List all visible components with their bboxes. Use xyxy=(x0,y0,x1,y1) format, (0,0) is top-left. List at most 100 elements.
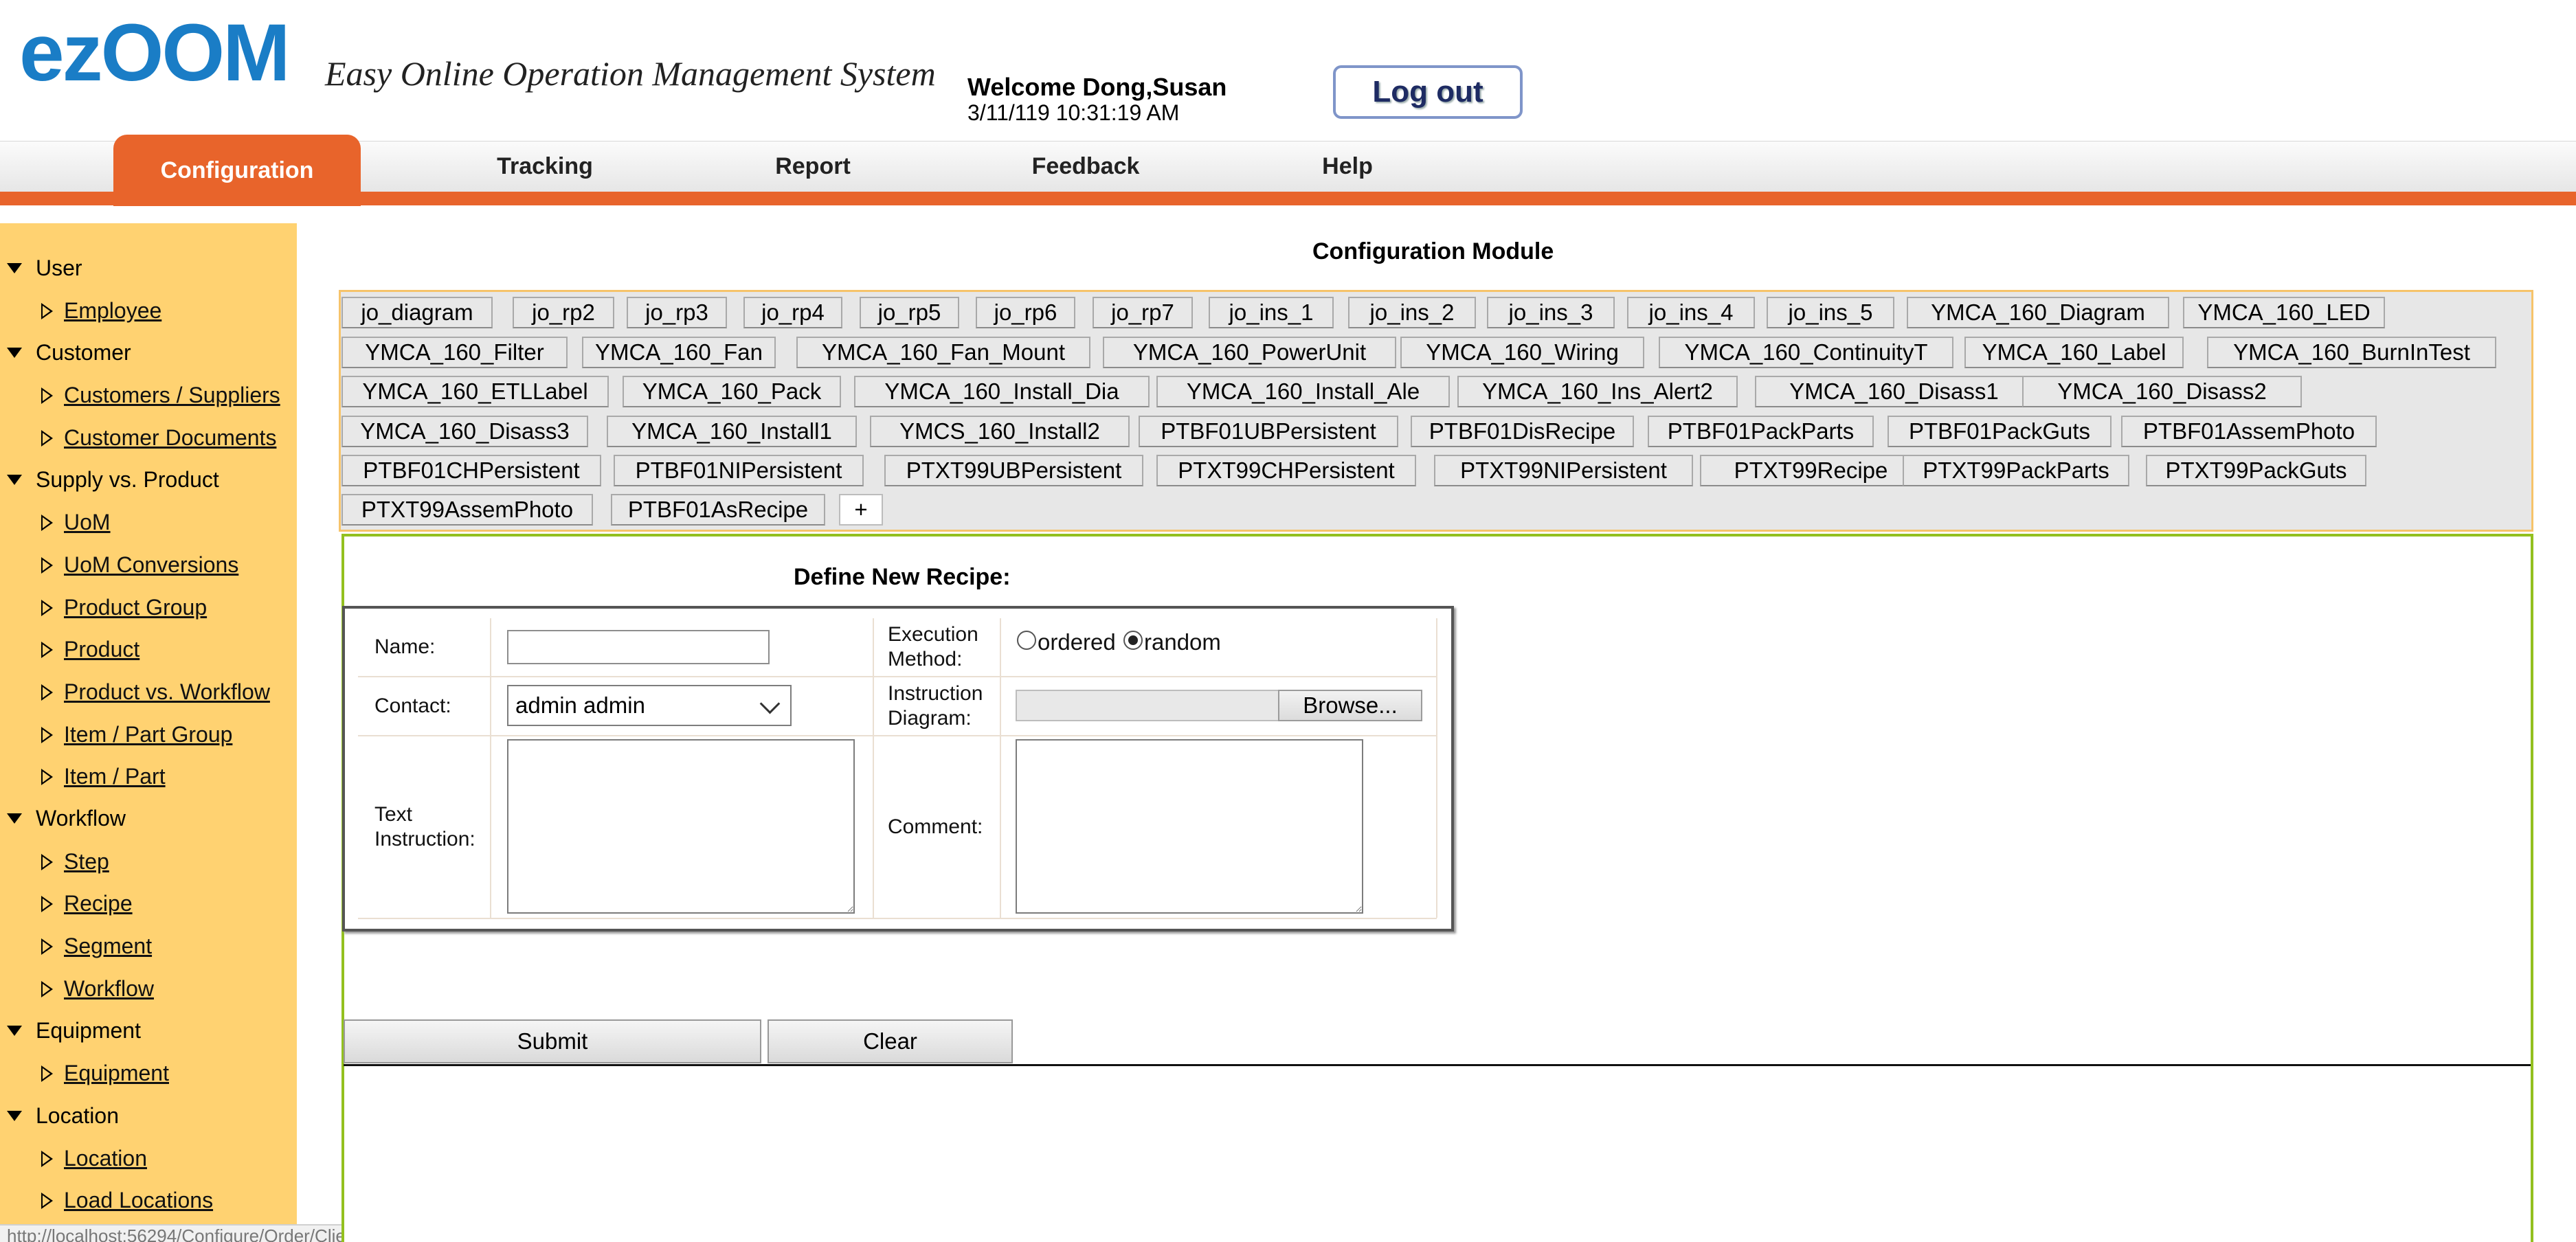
sidebar-category-customer[interactable]: Customer xyxy=(7,340,131,365)
sidebar-item-segment[interactable]: Segment xyxy=(41,934,152,959)
recipe-tab[interactable]: jo_rp2 xyxy=(513,297,614,328)
submit-button[interactable]: Submit xyxy=(344,1019,761,1063)
comment-textarea[interactable] xyxy=(1016,739,1363,914)
name-input[interactable] xyxy=(507,630,770,664)
contact-select[interactable]: admin admin xyxy=(507,685,792,726)
recipe-tab[interactable]: YMCA_160_Install_Dia xyxy=(854,376,1150,407)
recipe-tab[interactable]: YMCA_160_Install1 xyxy=(607,416,857,447)
recipe-tab[interactable]: PTBF01NIPersistent xyxy=(614,455,864,486)
sidebar-item-label[interactable]: Load Locations xyxy=(64,1188,213,1213)
sidebar-item-location[interactable]: Location xyxy=(41,1146,147,1171)
sidebar-item-item-part-group[interactable]: Item / Part Group xyxy=(41,722,232,747)
sidebar-item-recipe[interactable]: Recipe xyxy=(41,891,133,916)
tab-configuration[interactable]: Configuration xyxy=(113,135,361,206)
sidebar-item-label[interactable]: Equipment xyxy=(64,1061,169,1086)
sidebar-item-customers-suppliers[interactable]: Customers / Suppliers xyxy=(41,383,280,408)
recipe-tab[interactable]: jo_rp5 xyxy=(860,297,959,328)
sidebar-category-supply-vs-product[interactable]: Supply vs. Product xyxy=(7,467,219,493)
sidebar-item-label[interactable]: Step xyxy=(64,849,109,874)
recipe-tab[interactable]: PTXT99AssemPhoto xyxy=(341,494,593,526)
sidebar-category-workflow[interactable]: Workflow xyxy=(7,806,126,831)
sidebar-item-workflow[interactable]: Workflow xyxy=(41,976,154,1002)
sidebar-item-label[interactable]: UoM xyxy=(64,510,111,535)
sidebar-item-label[interactable]: Segment xyxy=(64,934,152,959)
recipe-tab[interactable]: jo_ins_1 xyxy=(1209,297,1334,328)
recipe-tab[interactable]: PTXT99UBPersistent xyxy=(884,455,1143,486)
recipe-tab[interactable]: jo_ins_2 xyxy=(1348,297,1476,328)
sidebar-item-equipment[interactable]: Equipment xyxy=(41,1061,169,1086)
sidebar-item-uom-conversions[interactable]: UoM Conversions xyxy=(41,552,238,578)
sidebar-item-product[interactable]: Product xyxy=(41,637,139,662)
radio-ordered[interactable] xyxy=(1017,631,1036,650)
recipe-tab[interactable]: PTBF01DisRecipe xyxy=(1411,416,1634,447)
recipe-tab[interactable]: jo_diagram xyxy=(341,297,493,328)
sidebar-item-label[interactable]: UoM Conversions xyxy=(64,552,238,578)
recipe-tab[interactable]: jo_rp4 xyxy=(743,297,842,328)
recipe-tab[interactable]: YMCA_160_LED xyxy=(2183,297,2385,328)
recipe-tab[interactable]: jo_ins_4 xyxy=(1627,297,1755,328)
recipe-tab[interactable]: YMCA_160_ContinuityT xyxy=(1659,337,1953,368)
recipe-tab[interactable]: YMCA_160_Diagram xyxy=(1907,297,2169,328)
recipe-tab[interactable]: YMCA_160_Ins_Alert2 xyxy=(1457,376,1738,407)
recipe-tab[interactable]: PTBF01PackParts xyxy=(1648,416,1874,447)
logout-button[interactable]: Log out xyxy=(1333,65,1523,119)
add-recipe-tab-button[interactable]: + xyxy=(839,494,883,526)
recipe-tab[interactable]: jo_rp7 xyxy=(1093,297,1193,328)
sidebar-category-location[interactable]: Location xyxy=(7,1103,119,1129)
sidebar-item-load-locations[interactable]: Load Locations xyxy=(41,1188,213,1213)
recipe-tab[interactable]: YMCA_160_Install_Ale xyxy=(1156,376,1450,407)
sidebar-item-label[interactable]: Customers / Suppliers xyxy=(64,383,280,408)
recipe-tab[interactable]: YMCA_160_Wiring xyxy=(1400,337,1644,368)
recipe-tab[interactable]: YMCA_160_Fan xyxy=(582,337,776,368)
sidebar-item-product-group[interactable]: Product Group xyxy=(41,595,207,620)
recipe-tab[interactable]: YMCA_160_Disass3 xyxy=(341,416,588,447)
recipe-tab[interactable]: PTBF01UBPersistent xyxy=(1139,416,1398,447)
recipe-tab[interactable]: YMCA_160_BurnInTest xyxy=(2207,337,2496,368)
recipe-tab[interactable]: PTXT99PackParts xyxy=(1903,455,2129,486)
recipe-tab[interactable]: YMCA_160_Filter xyxy=(341,337,568,368)
sidebar-item-label[interactable]: Employee xyxy=(64,298,161,324)
recipe-tab[interactable]: YMCA_160_PowerUnit xyxy=(1103,337,1396,368)
sidebar-item-label[interactable]: Recipe xyxy=(64,891,133,916)
sidebar-item-label[interactable]: Item / Part Group xyxy=(64,722,232,747)
sidebar-item-label[interactable]: Workflow xyxy=(64,976,154,1002)
sidebar-category-equipment[interactable]: Equipment xyxy=(7,1018,141,1043)
sidebar-item-label[interactable]: Product vs. Workflow xyxy=(64,679,270,705)
sidebar-item-employee[interactable]: Employee xyxy=(41,298,161,324)
recipe-tab[interactable]: YMCS_160_Install2 xyxy=(870,416,1130,447)
recipe-tab[interactable]: PTBF01AssemPhoto xyxy=(2121,416,2377,447)
clear-button[interactable]: Clear xyxy=(768,1019,1013,1063)
diagram-file-field[interactable] xyxy=(1016,690,1281,721)
recipe-tab[interactable]: PTBF01AsRecipe xyxy=(611,494,825,526)
text-instruction-textarea[interactable] xyxy=(507,739,855,914)
recipe-tab[interactable]: YMCA_160_Fan_Mount xyxy=(796,337,1090,368)
recipe-tab[interactable]: jo_ins_3 xyxy=(1487,297,1615,328)
recipe-tab[interactable]: PTXT99Recipe xyxy=(1700,455,1922,486)
recipe-tab[interactable]: YMCA_160_Label xyxy=(1964,337,2184,368)
tab-feedback[interactable]: Feedback xyxy=(1017,141,1154,192)
tab-help[interactable]: Help xyxy=(1309,141,1386,192)
recipe-tab[interactable]: jo_ins_5 xyxy=(1767,297,1894,328)
sidebar-item-step[interactable]: Step xyxy=(41,849,109,874)
recipe-tab[interactable]: YMCA_160_ETLLabel xyxy=(341,376,609,407)
tab-report[interactable]: Report xyxy=(756,141,870,192)
sidebar-item-label[interactable]: Location xyxy=(64,1146,147,1171)
recipe-tab[interactable]: YMCA_160_Pack xyxy=(623,376,841,407)
sidebar-item-item-part[interactable]: Item / Part xyxy=(41,764,166,789)
sidebar-item-product-vs-workflow[interactable]: Product vs. Workflow xyxy=(41,679,270,705)
sidebar-item-uom[interactable]: UoM xyxy=(41,510,111,535)
recipe-tab[interactable]: PTXT99PackGuts xyxy=(2146,455,2366,486)
recipe-tab[interactable]: PTBF01PackGuts xyxy=(1888,416,2112,447)
tab-tracking[interactable]: Tracking xyxy=(474,141,616,192)
recipe-tab[interactable]: YMCA_160_Disass2 xyxy=(2022,376,2302,407)
recipe-tab[interactable]: PTXT99CHPersistent xyxy=(1156,455,1416,486)
radio-random[interactable] xyxy=(1123,631,1143,650)
sidebar-item-label[interactable]: Item / Part xyxy=(64,764,166,789)
recipe-tab[interactable]: jo_rp3 xyxy=(627,297,727,328)
recipe-tab[interactable]: YMCA_160_Disass1 xyxy=(1755,376,2033,407)
recipe-tab[interactable]: PTXT99NIPersistent xyxy=(1434,455,1693,486)
sidebar-category-user[interactable]: User xyxy=(7,256,82,281)
recipe-tab[interactable]: PTBF01CHPersistent xyxy=(341,455,601,486)
recipe-tab[interactable]: jo_rp6 xyxy=(976,297,1075,328)
browse-button[interactable]: Browse... xyxy=(1278,690,1422,721)
